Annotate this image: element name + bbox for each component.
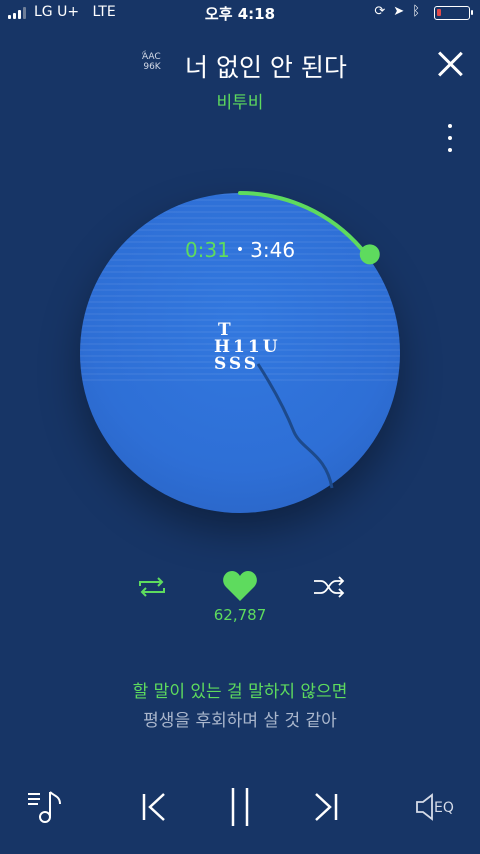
like-button[interactable] (222, 569, 258, 603)
previous-button[interactable] (140, 792, 168, 822)
time-separator: • (235, 242, 245, 258)
pause-button[interactable] (228, 787, 252, 827)
status-icons: ⟳ ➤ ᛒ (374, 4, 420, 19)
bluetooth-icon: ᛒ (412, 4, 420, 19)
orientation-lock-icon: ⟳ (374, 4, 386, 19)
more-options-button[interactable] (446, 124, 454, 152)
eq-button[interactable]: EQ (414, 792, 462, 822)
location-icon: ➤ (393, 4, 405, 19)
eq-label: EQ (434, 800, 454, 816)
battery-icon (434, 6, 473, 20)
current-time: 0:31 (184, 238, 230, 262)
lyric-next-line[interactable]: 평생을 후회하며 살 것 같아 (0, 706, 480, 731)
next-icon (315, 793, 338, 821)
shuffle-icon (314, 576, 345, 598)
codec-bitrate: 96K (143, 62, 161, 72)
playlist-button[interactable] (26, 788, 66, 824)
stream-icon: ◜ (142, 49, 146, 60)
lyric-current-line[interactable]: 할 말이 있는 걸 말하지 않으면 (0, 677, 480, 702)
previous-icon (142, 793, 165, 821)
more-dot-icon (448, 148, 452, 152)
shuffle-button[interactable] (312, 576, 346, 598)
heart-icon (223, 571, 257, 601)
status-bar: LG U+ LTE 오후 4:18 ⟳ ➤ ᛒ (0, 0, 480, 26)
repeat-button[interactable] (136, 576, 168, 598)
playlist-icon (28, 791, 61, 823)
total-time: 3:46 (250, 238, 296, 262)
song-title: 너 없인 안 된다 (185, 53, 347, 82)
more-dot-icon (448, 136, 452, 140)
pause-icon (231, 788, 249, 826)
playback-time: 0:31 • 3:46 (0, 238, 480, 262)
battery-level (437, 9, 442, 16)
more-dot-icon (448, 124, 452, 128)
close-button[interactable] (436, 50, 464, 78)
codec-badge: ◜ AAC 96K (142, 49, 161, 73)
next-button[interactable] (312, 792, 340, 822)
repeat-icon (139, 577, 165, 597)
like-count: 62,787 (213, 606, 267, 624)
artist-name[interactable]: 비투비 (0, 88, 480, 113)
